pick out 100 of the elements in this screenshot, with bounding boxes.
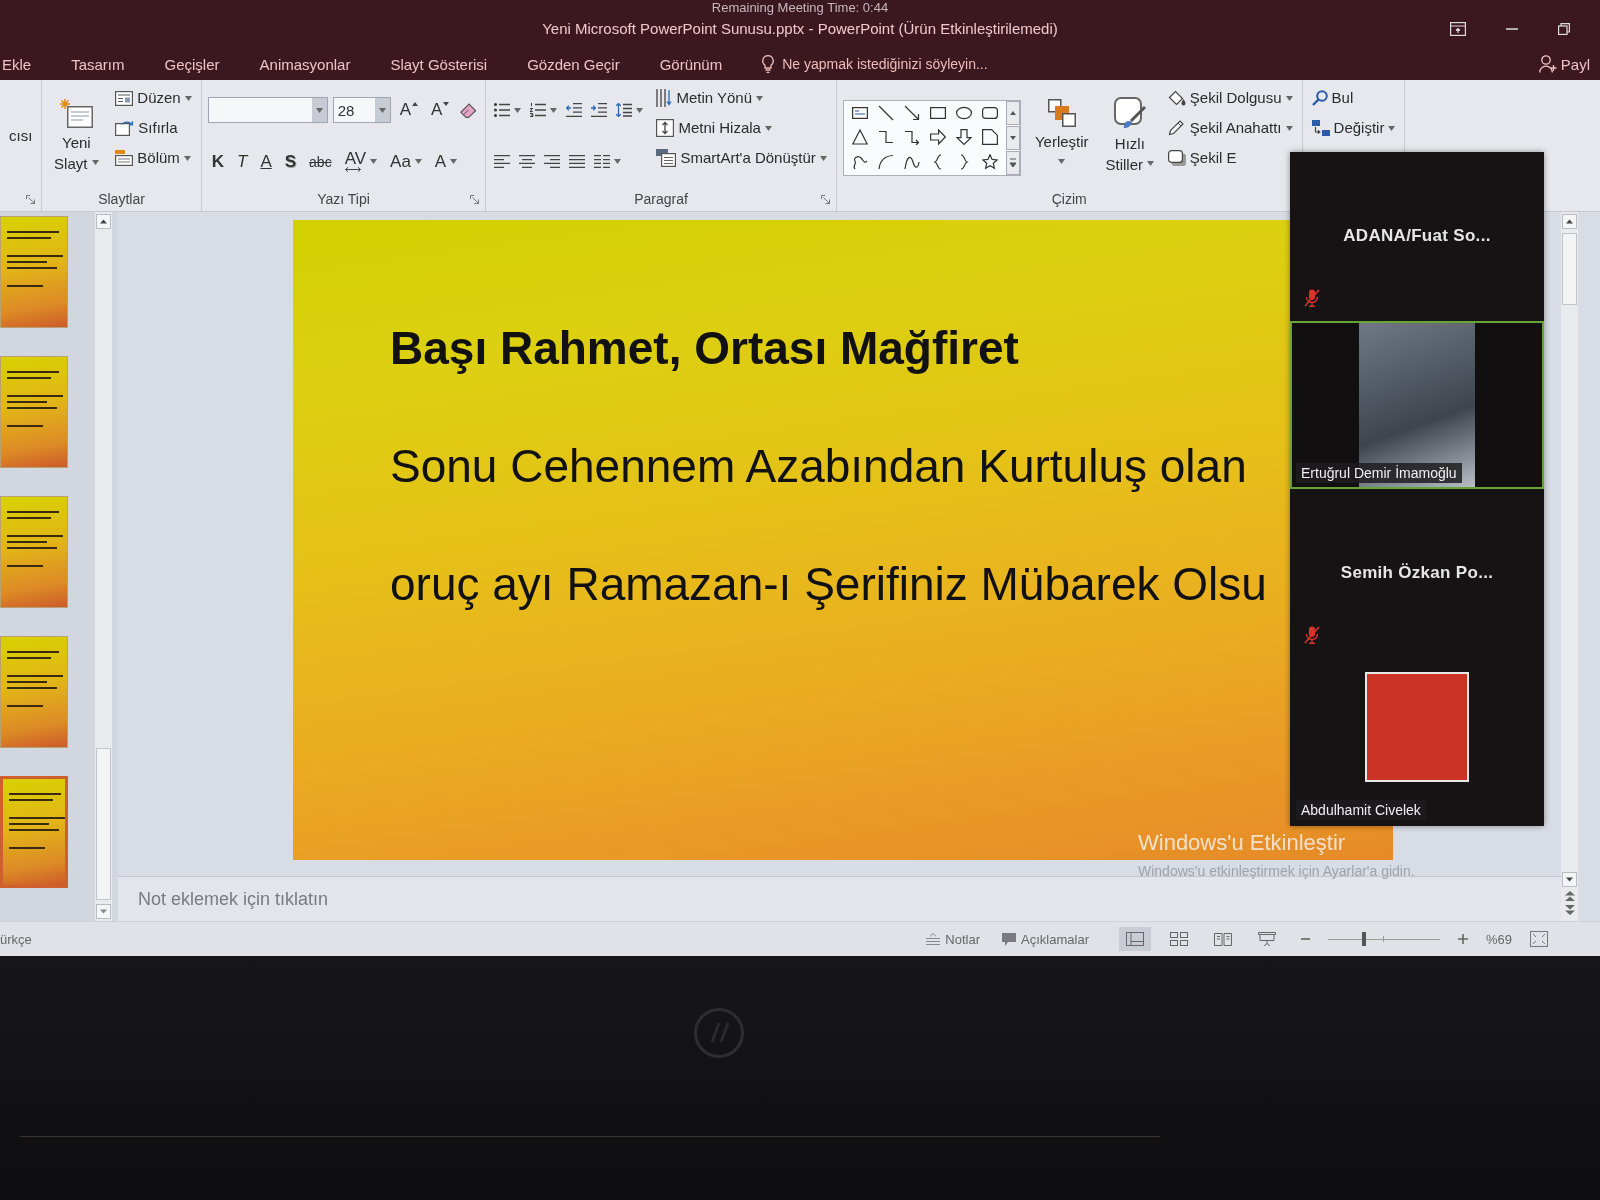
underline-button[interactable]: A <box>256 149 276 174</box>
align-left-button[interactable] <box>492 152 513 171</box>
group-label: Çizim <box>1051 191 1087 207</box>
notes-field[interactable]: Not eklemek için tıklatın <box>136 887 560 911</box>
zoom-in-icon[interactable] <box>1457 934 1468 944</box>
menu-tab[interactable]: Slayt Gösterisi <box>390 50 488 78</box>
participant-tile[interactable]: Ertuğrul Demir İmamoğlu <box>1290 320 1544 489</box>
search-icon <box>1311 90 1328 106</box>
scroll-down-icon[interactable] <box>1005 125 1020 150</box>
menu-tab[interactable]: Görünüm <box>659 50 723 78</box>
shape-outline-button[interactable]: Şekil Anahattı <box>1164 116 1296 140</box>
numbering-button[interactable] <box>528 100 560 120</box>
scroll-up-icon[interactable] <box>96 214 111 229</box>
down-arrow-icon[interactable] <box>955 129 972 146</box>
elbow-arrow-icon[interactable] <box>903 129 920 146</box>
dialog-launcher-icon[interactable] <box>26 194 36 204</box>
menu-tab[interactable]: Gözden Geçir <box>527 50 620 78</box>
share-button[interactable]: Payl <box>1538 51 1590 77</box>
rectangle-icon[interactable] <box>929 104 946 121</box>
dialog-launcher-icon[interactable] <box>470 194 480 204</box>
section-button[interactable]: Bölüm <box>112 146 194 170</box>
strikethrough-button[interactable]: abc <box>305 149 336 174</box>
reset-button[interactable]: Sıfırla <box>112 116 181 140</box>
oval-icon[interactable] <box>955 104 972 121</box>
text-direction-button[interactable]: Metin Yönü <box>653 86 766 110</box>
scrollbar-thumb[interactable] <box>96 748 111 900</box>
menu-tab[interactable]: Animasyonlar <box>259 50 351 78</box>
character-spacing-button[interactable]: AV <box>340 149 382 174</box>
slide-thumbnail[interactable] <box>0 496 68 608</box>
scrollbar-thumb[interactable] <box>1562 233 1577 305</box>
slide-thumbnail[interactable] <box>0 636 68 748</box>
new-slide-button[interactable]: Yeni Slayt <box>48 95 105 176</box>
font-name-field[interactable] <box>207 97 328 123</box>
zoom-slider-thumb[interactable] <box>1361 932 1366 946</box>
decrease-indent-button[interactable] <box>564 100 585 120</box>
bullets-button[interactable] <box>492 100 524 120</box>
more-icon[interactable] <box>1005 150 1020 175</box>
slide-thumbnail[interactable] <box>0 356 68 468</box>
reset-icon <box>115 120 135 136</box>
line-spacing-button[interactable] <box>614 100 646 120</box>
fit-to-window-icon[interactable] <box>1530 931 1548 947</box>
arrow-line-icon[interactable] <box>903 104 920 121</box>
text-box-icon[interactable] <box>851 104 868 121</box>
shape-effects-button[interactable]: Şekil E <box>1164 146 1240 170</box>
font-color-button[interactable]: A <box>430 149 462 174</box>
line-icon[interactable] <box>877 104 894 121</box>
triangle-icon[interactable] <box>851 129 868 146</box>
shadow-button[interactable]: S <box>280 149 301 174</box>
comments-button[interactable]: Açıklamalar <box>1000 928 1091 950</box>
arrange-icon <box>1047 98 1076 127</box>
slide-thumbnail[interactable] <box>0 216 68 328</box>
freeform-icon[interactable] <box>851 153 868 170</box>
smartart-button[interactable]: SmartArt'a Dönüştür <box>653 146 830 170</box>
columns-button[interactable] <box>592 152 624 171</box>
scroll-down-icon[interactable] <box>1562 872 1577 887</box>
arrange-button[interactable]: Yerleştir <box>1028 96 1095 175</box>
paint-bucket-icon <box>1167 90 1186 106</box>
increase-indent-button[interactable] <box>589 100 610 120</box>
next-slide-icon[interactable] <box>1564 905 1575 915</box>
italic-button[interactable]: T <box>233 149 252 174</box>
notes-button[interactable]: Notlar <box>924 928 983 950</box>
replace-button[interactable]: Değiştir <box>1308 116 1399 140</box>
participant-tile[interactable]: Abdulhamit Civelek <box>1290 657 1544 826</box>
shrink-font-button[interactable]: A <box>427 98 454 122</box>
scroll-up-icon[interactable] <box>1562 214 1577 229</box>
down-arrow-icon <box>443 102 450 106</box>
shape-fill-button[interactable]: Şekil Dolgusu <box>1164 86 1296 110</box>
align-center-button[interactable] <box>517 152 538 171</box>
menu-tab[interactable]: Tasarım <box>71 50 125 78</box>
participant-tile[interactable]: ADANA/Fuat So... <box>1290 152 1544 321</box>
ribbon-options-icon[interactable] <box>1450 22 1466 36</box>
arc-icon[interactable] <box>877 153 894 170</box>
align-text-button[interactable]: Metni Hizala <box>653 116 775 140</box>
elbow-connector-icon[interactable] <box>877 129 894 146</box>
shapes-gallery[interactable] <box>842 99 1021 176</box>
slide-text: Sonu Cehennem Azabından Kurtuluş olan <box>390 439 1247 494</box>
restore-icon[interactable] <box>1558 23 1570 35</box>
font-size-field[interactable]: 28 <box>332 97 391 123</box>
menu-tab[interactable]: Geçişler <box>164 50 220 78</box>
find-button[interactable]: Bul <box>1308 86 1357 110</box>
bold-button[interactable]: K <box>207 149 228 174</box>
grow-font-button[interactable]: A <box>395 98 423 122</box>
align-right-button[interactable] <box>542 152 563 171</box>
layout-button[interactable]: Düzen <box>112 86 195 110</box>
rounded-rectangle-icon[interactable] <box>981 104 998 121</box>
search-field[interactable]: Ne yapmak istediğinizi söyleyin... <box>782 53 1033 75</box>
snipped-shape-icon[interactable] <box>981 129 998 146</box>
normal-view-button[interactable] <box>1118 927 1151 951</box>
ribbon-button[interactable]: cısı <box>6 123 36 148</box>
slide-thumbnail[interactable] <box>0 776 68 888</box>
star-icon[interactable] <box>981 153 998 170</box>
scroll-up-icon[interactable] <box>1005 100 1020 125</box>
menu-tab[interactable]: Ekle <box>2 50 32 78</box>
participant-tile[interactable]: Semih Özkan Po... <box>1290 489 1544 658</box>
right-arrow-icon[interactable] <box>929 129 946 146</box>
dialog-launcher-icon[interactable] <box>820 194 830 204</box>
change-case-button[interactable]: Aa <box>386 149 426 174</box>
quick-styles-button[interactable]: Hızlı Stiller <box>1102 94 1157 177</box>
previous-slide-icon[interactable] <box>1564 891 1575 901</box>
justify-button[interactable] <box>567 152 588 171</box>
